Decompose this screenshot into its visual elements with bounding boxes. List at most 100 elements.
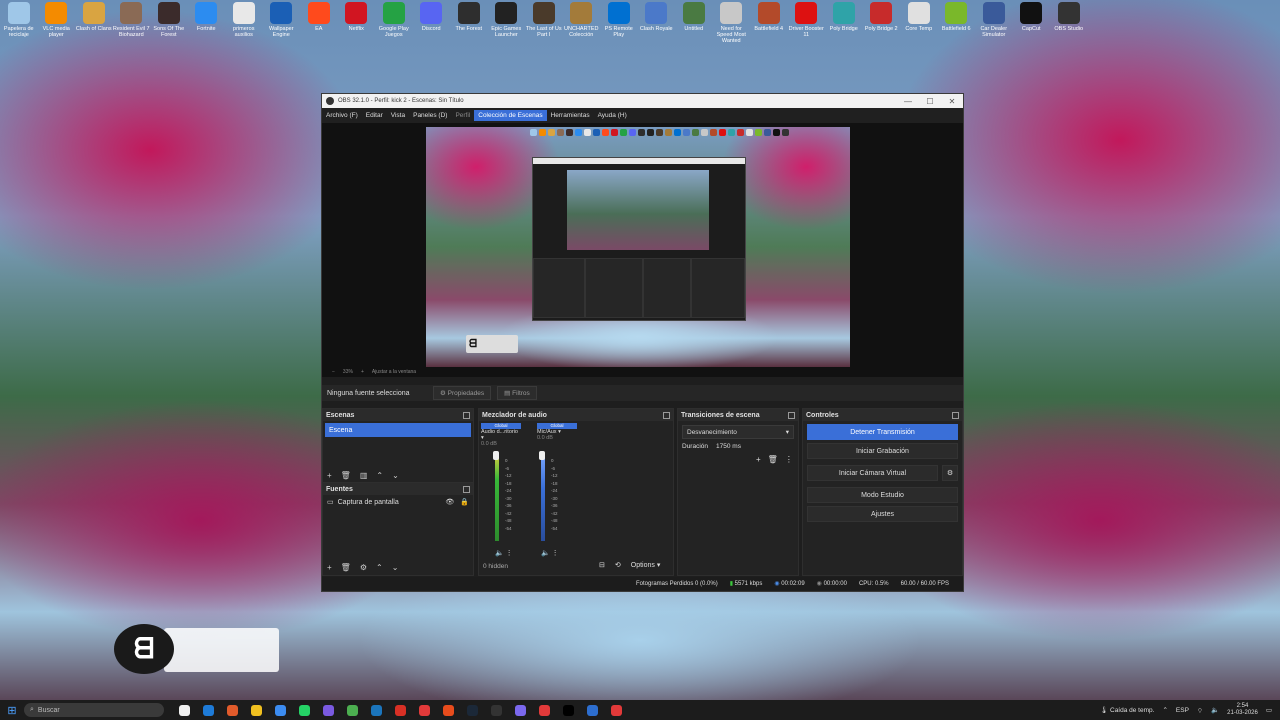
- minimize-button[interactable]: —: [897, 97, 919, 106]
- taskbar-app-icon[interactable]: [220, 700, 244, 720]
- filters-button[interactable]: ▤ Filtros: [497, 386, 537, 400]
- menu-herramientas[interactable]: Herramientas: [547, 110, 594, 121]
- virtual-camera-settings-icon[interactable]: ⚙: [942, 465, 958, 481]
- desktop-icon[interactable]: Battlefield 4: [750, 2, 788, 44]
- desktop-icon[interactable]: Poly Bridge: [825, 2, 863, 44]
- channel-name[interactable]: Audio d...ritorio ▾: [481, 429, 521, 441]
- desktop-icon[interactable]: Sons Of The Forest: [150, 2, 188, 44]
- taskbar-app-icon[interactable]: [580, 700, 604, 720]
- transition-select[interactable]: Desvanecimiento ▾: [682, 425, 794, 439]
- language-indicator[interactable]: ESP: [1176, 707, 1189, 714]
- taskbar-app-icon[interactable]: [532, 700, 556, 720]
- undock-icon[interactable]: [463, 411, 470, 419]
- desktop-icon[interactable]: Papelera de reciclaje: [0, 2, 38, 44]
- maximize-button[interactable]: ☐: [919, 97, 941, 106]
- zoom-in-button[interactable]: +: [361, 369, 364, 375]
- desktop-icon[interactable]: VLC media player: [38, 2, 76, 44]
- desktop-icon[interactable]: Wallpaper Engine: [263, 2, 301, 44]
- scene-filters-icon[interactable]: ▥: [360, 471, 368, 480]
- taskbar-app-icon[interactable]: [460, 700, 484, 720]
- desktop-icon[interactable]: Need for Speed Most Wanted: [713, 2, 751, 44]
- taskbar-app-icon[interactable]: [316, 700, 340, 720]
- desktop-icon[interactable]: OBS Studio: [1050, 2, 1088, 44]
- desktop-icon[interactable]: Netflix: [338, 2, 376, 44]
- desktop-icon[interactable]: Discord: [413, 2, 451, 44]
- wifi-icon[interactable]: ⌔: [1197, 706, 1203, 715]
- desktop-icon[interactable]: EA: [300, 2, 338, 44]
- settings-button[interactable]: Ajustes: [807, 506, 958, 522]
- taskbar-app-icon[interactable]: [436, 700, 460, 720]
- remove-source-icon[interactable]: 🗑: [341, 563, 351, 572]
- speaker-icon[interactable]: 🔈: [541, 550, 550, 557]
- lock-icon[interactable]: 🔒: [460, 498, 469, 506]
- notifications-icon[interactable]: ▭: [1266, 706, 1272, 714]
- taskbar-app-icon[interactable]: [196, 700, 220, 720]
- channel-menu-icon[interactable]: ⋮: [552, 550, 559, 557]
- stop-streaming-button[interactable]: Detener Transmisión: [807, 424, 958, 440]
- menu-vista[interactable]: Vista: [387, 110, 409, 121]
- desktop-icon[interactable]: PS Remote Play: [600, 2, 638, 44]
- menu-coleccion-escenas[interactable]: Colección de Escenas: [474, 110, 547, 121]
- desktop-icon[interactable]: Epic Games Launcher: [488, 2, 526, 44]
- mixer-layout-icon[interactable]: ⊟: [599, 561, 605, 569]
- desktop-icon[interactable]: Driver Booster 11: [788, 2, 826, 44]
- menu-paneles[interactable]: Paneles (D): [409, 110, 451, 121]
- source-settings-icon[interactable]: ⚙: [360, 563, 367, 572]
- volume-slider[interactable]: [493, 451, 499, 460]
- menu-ayuda[interactable]: Ayuda (H): [594, 110, 631, 121]
- taskbar-app-icon[interactable]: [508, 700, 532, 720]
- windows-start-icon[interactable]: ⊞: [0, 704, 24, 717]
- close-button[interactable]: ✕: [941, 97, 963, 106]
- fit-window-label[interactable]: Ajustar a la ventana: [372, 369, 416, 375]
- search-box[interactable]: ⌕ Buscar: [24, 703, 164, 717]
- taskbar-app-icon[interactable]: [340, 700, 364, 720]
- channel-menu-icon[interactable]: ⋮: [506, 550, 513, 557]
- taskbar-app-icon[interactable]: [364, 700, 388, 720]
- menu-editar[interactable]: Editar: [362, 110, 387, 121]
- desktop-icon[interactable]: The Last of Us Part I: [525, 2, 563, 44]
- desktop-icon[interactable]: Untitled: [675, 2, 713, 44]
- visibility-icon[interactable]: 👁: [445, 498, 454, 506]
- clock[interactable]: 2:54 21-03-2026: [1227, 703, 1258, 717]
- source-down-icon[interactable]: ⌄: [392, 563, 399, 572]
- taskbar-app-icon[interactable]: [556, 700, 580, 720]
- desktop-icon[interactable]: Google Play Juegos: [375, 2, 413, 44]
- transition-menu-icon[interactable]: ⋮: [785, 455, 793, 464]
- desktop-icon[interactable]: CapCut: [1013, 2, 1051, 44]
- zoom-out-button[interactable]: −: [332, 369, 335, 375]
- taskbar-app-icon[interactable]: [244, 700, 268, 720]
- taskbar-app-icon[interactable]: [292, 700, 316, 720]
- move-down-icon[interactable]: ⌄: [392, 471, 399, 480]
- taskbar-app-icon[interactable]: [388, 700, 412, 720]
- studio-mode-button[interactable]: Modo Estudio: [807, 487, 958, 503]
- desktop-icon[interactable]: Fortnite: [188, 2, 226, 44]
- speaker-icon[interactable]: 🔈: [495, 550, 504, 557]
- desktop-icon[interactable]: Poly Bridge 2: [863, 2, 901, 44]
- add-source-icon[interactable]: +: [327, 563, 332, 572]
- scene-item[interactable]: Escena: [325, 423, 471, 437]
- properties-button[interactable]: ⚙ Propiedades: [433, 386, 492, 400]
- remove-scene-icon[interactable]: 🗑: [341, 471, 351, 480]
- undock-icon[interactable]: [788, 411, 795, 419]
- chevron-up-icon[interactable]: ⌃: [1162, 706, 1167, 714]
- start-virtual-camera-button[interactable]: Iniciar Cámara Virtual: [807, 465, 938, 481]
- taskbar-app-icon[interactable]: [604, 700, 628, 720]
- volume-slider[interactable]: [539, 451, 545, 460]
- weather-icon[interactable]: 🌡 Caída de temp.: [1100, 706, 1155, 714]
- desktop-icon[interactable]: The Forest: [450, 2, 488, 44]
- add-transition-icon[interactable]: +: [756, 455, 761, 464]
- taskbar-app-icon[interactable]: [172, 700, 196, 720]
- options-button[interactable]: Options ▾: [631, 561, 661, 569]
- desktop-icon[interactable]: Battlefield 6: [938, 2, 976, 44]
- add-scene-icon[interactable]: +: [327, 471, 332, 480]
- source-item[interactable]: ▭ Captura de pantalla 👁 🔒: [323, 495, 473, 509]
- duration-input[interactable]: 1750 ms: [716, 443, 741, 450]
- taskbar-app-icon[interactable]: [412, 700, 436, 720]
- undock-icon[interactable]: [463, 485, 470, 493]
- desktop-icon[interactable]: primeros auxilios: [225, 2, 263, 44]
- undock-icon[interactable]: [952, 411, 959, 419]
- source-up-icon[interactable]: ⌃: [376, 563, 383, 572]
- program-preview[interactable]: ᗺ: [426, 127, 850, 367]
- desktop-icon[interactable]: Clash of Clans: [75, 2, 113, 44]
- mixer-link-icon[interactable]: ⟲: [615, 561, 621, 569]
